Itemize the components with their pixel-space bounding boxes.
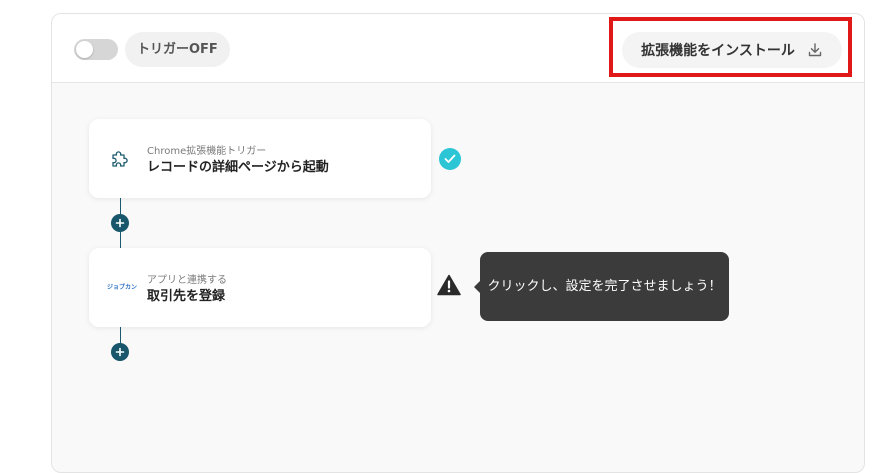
flow-header: トリガーOFF 拡張機能をインストール bbox=[52, 14, 864, 83]
step-subtitle: Chrome拡張機能トリガー bbox=[147, 146, 267, 157]
app-logo: ジョブカン bbox=[107, 284, 138, 291]
warning-icon bbox=[437, 274, 461, 296]
setup-tooltip: クリックし、設定を完了させましょう！ bbox=[474, 252, 729, 321]
add-step-button[interactable] bbox=[111, 343, 129, 361]
flow-step-app-action[interactable]: ジョブカン アプリと連携する 取引先を登録 bbox=[89, 248, 431, 327]
step-title: レコードの詳細ページから起動 bbox=[147, 160, 329, 175]
toggle-knob bbox=[76, 41, 93, 58]
connector-line bbox=[120, 327, 121, 343]
install-extension-label: 拡張機能をインストール bbox=[641, 43, 795, 59]
trigger-toggle[interactable] bbox=[74, 39, 118, 60]
plus-icon bbox=[115, 218, 125, 228]
flow-panel: トリガーOFF 拡張機能をインストール bbox=[51, 13, 865, 473]
install-extension-button[interactable]: 拡張機能をインストール bbox=[622, 32, 842, 68]
flow-step-trigger[interactable]: Chrome拡張機能トリガー レコードの詳細ページから起動 bbox=[89, 119, 431, 198]
puzzle-icon bbox=[112, 151, 128, 167]
add-step-button[interactable] bbox=[111, 214, 129, 232]
connector-line bbox=[120, 232, 121, 248]
connector-line bbox=[120, 198, 121, 214]
step-subtitle: アプリと連携する bbox=[147, 275, 227, 286]
trigger-status-label: トリガーOFF bbox=[125, 32, 230, 67]
download-icon bbox=[808, 43, 822, 57]
step-title: 取引先を登録 bbox=[147, 289, 226, 304]
plus-icon bbox=[115, 347, 125, 357]
check-icon bbox=[439, 148, 461, 170]
